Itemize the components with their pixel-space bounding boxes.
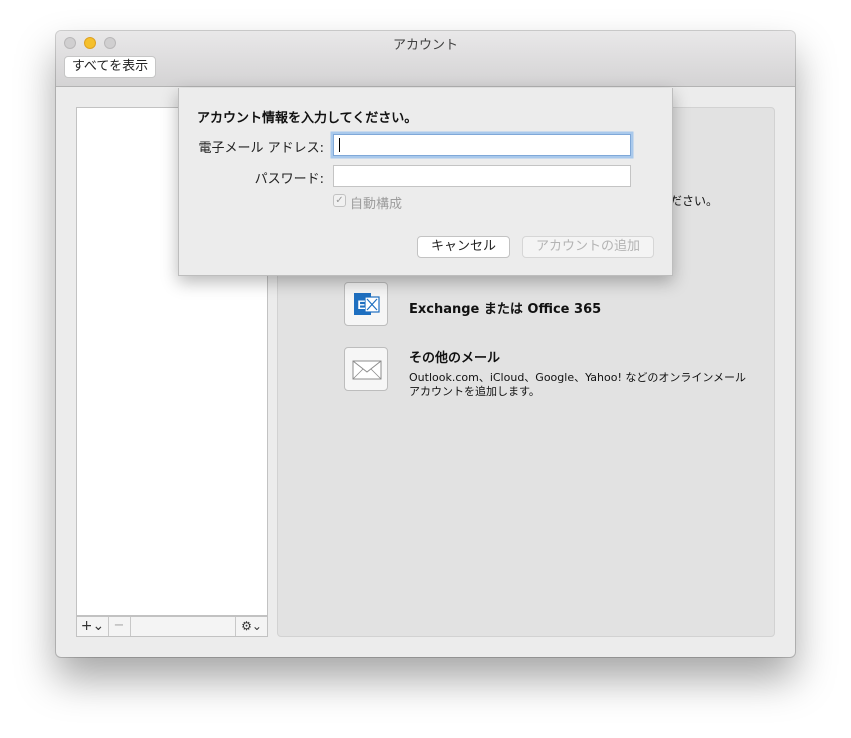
envelope-icon	[352, 360, 382, 380]
window-toolbar: アカウント すべてを表示	[56, 31, 795, 87]
account-list-footer: +⌄ − ⚙⌄	[76, 616, 268, 637]
exchange-icon: E	[354, 293, 380, 315]
window-title: アカウント	[392, 38, 458, 53]
email-label: 電子メール アドレス:	[198, 141, 324, 156]
svg-text:E: E	[358, 298, 366, 312]
auto-config-checkbox[interactable]: ✓	[333, 194, 346, 207]
other-mail-account-button[interactable]	[344, 347, 388, 391]
other-mail-description: Outlook.com、iCloud、Google、Yahoo! などのオンライ…	[409, 371, 747, 398]
password-label: パスワード:	[254, 172, 324, 187]
remove-account-button[interactable]: −	[108, 617, 131, 636]
exchange-account-button[interactable]: E	[344, 282, 388, 326]
text-caret	[339, 138, 340, 152]
partially-hidden-instruction: ださい。	[670, 194, 719, 208]
email-input[interactable]	[334, 135, 630, 155]
auto-config-label: 自動構成	[350, 197, 403, 212]
add-account-menu-button[interactable]: +⌄	[77, 617, 109, 636]
add-account-button[interactable]: アカウントの追加	[522, 236, 654, 258]
email-field[interactable]	[333, 134, 631, 156]
sheet-title: アカウント情報を入力してください。	[197, 111, 418, 126]
account-info-sheet: アカウント情報を入力してください。 電子メール アドレス: パスワード: ✓ 自…	[178, 88, 673, 276]
show-all-button[interactable]: すべてを表示	[64, 56, 156, 78]
cancel-button[interactable]: キャンセル	[417, 236, 510, 258]
password-input[interactable]	[334, 166, 630, 186]
password-field[interactable]	[333, 165, 631, 187]
exchange-account-title[interactable]: Exchange または Office 365	[409, 298, 601, 317]
gear-icon[interactable]: ⚙⌄	[235, 617, 267, 636]
other-mail-title[interactable]: その他のメール	[409, 347, 500, 366]
